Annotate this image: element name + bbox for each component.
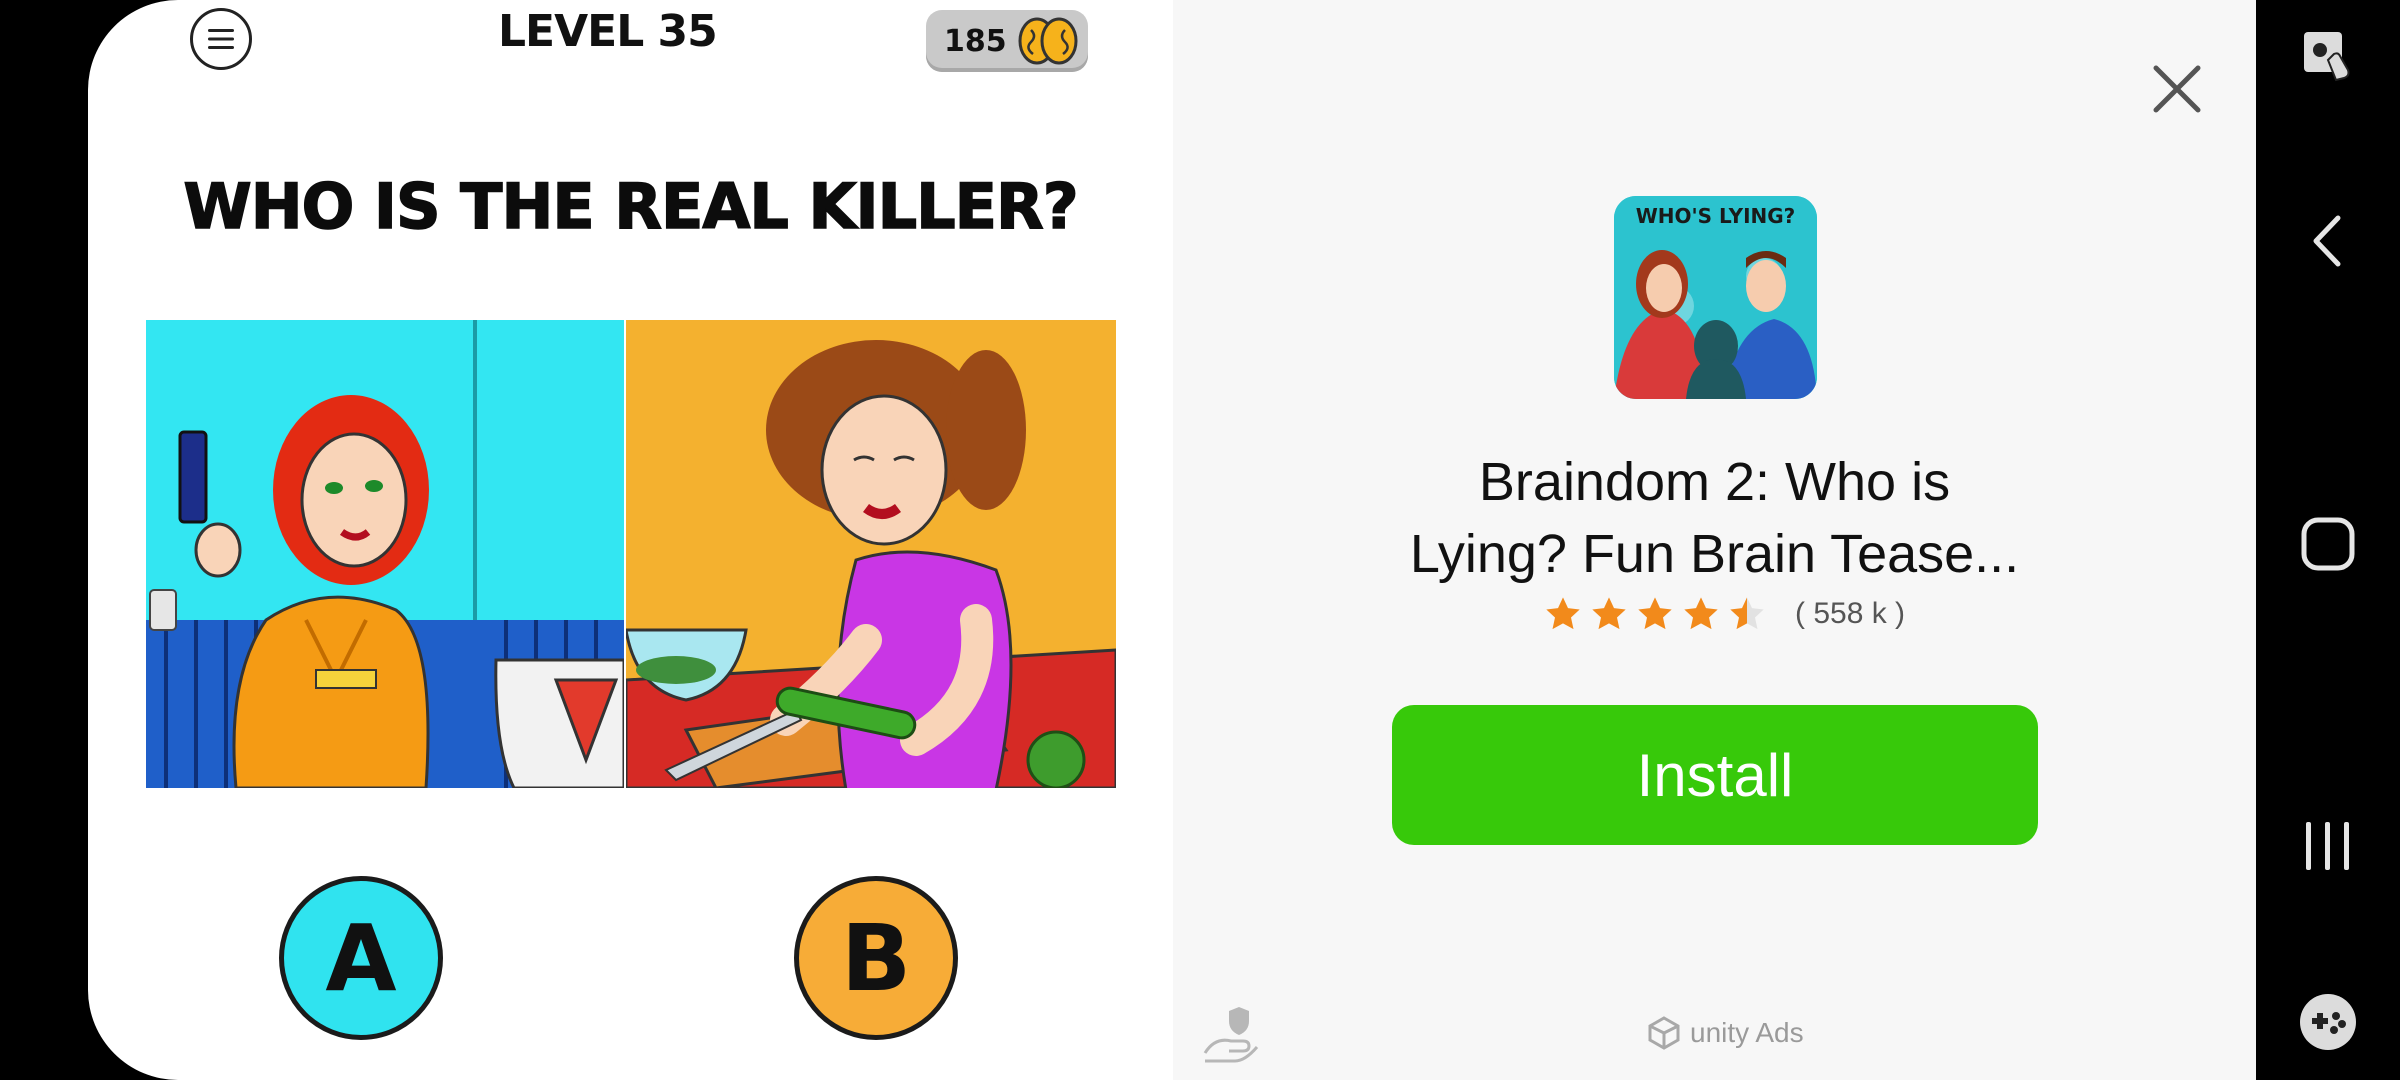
install-button[interactable]: Install (1392, 705, 2038, 845)
star-full-icon (1684, 597, 1718, 630)
star-half-icon (1730, 597, 1764, 630)
star-full-icon (1592, 597, 1626, 630)
unity-ad-panel: WHO'S LYING? Braindom 2: Who is Lying? F… (1173, 0, 2256, 1080)
hamburger-menu-icon (208, 29, 234, 49)
app-name: Braindom 2: Who is Lying? Fun Brain Teas… (1173, 446, 2256, 590)
coin-counter[interactable]: 185 (926, 10, 1088, 72)
home-square-icon (2301, 517, 2355, 571)
touch-lock-icon (2304, 32, 2350, 82)
answer-b-button[interactable]: B (794, 876, 958, 1040)
recents-button[interactable] (2256, 818, 2400, 874)
coin-count: 185 (944, 23, 1007, 59)
app-icon-title: WHO'S LYING? (1635, 204, 1796, 228)
app-rating: ( 558 k ) (1543, 594, 1905, 634)
unity-ads-label: unity Ads (1690, 1017, 1804, 1048)
star-full-icon (1546, 597, 1580, 630)
suspect-b-illustration[interactable] (626, 320, 1116, 788)
unity-logo-icon (1648, 1016, 1680, 1050)
app-icon[interactable]: WHO'S LYING? (1614, 196, 1817, 399)
app-name-line2: Lying? Fun Brain Tease... (1409, 524, 2020, 584)
privacy-hand-shield-icon[interactable] (1201, 1003, 1263, 1065)
suspect-a-illustration[interactable] (146, 320, 624, 788)
app-name-line1: Braindom 2: Who is (1478, 452, 1951, 512)
game-screen: LEVEL 35 185 WHO IS THE REAL KILLER? A B (88, 0, 1173, 1080)
brain-icon (1018, 17, 1078, 65)
game-controller-icon (2300, 994, 2356, 1050)
game-tools-button[interactable] (2256, 992, 2400, 1052)
close-icon[interactable] (2148, 60, 2206, 118)
touch-lock-button[interactable] (2256, 28, 2400, 88)
home-button[interactable] (2256, 516, 2400, 572)
system-navigation-bar (2256, 0, 2400, 1080)
star-full-icon (1638, 597, 1672, 630)
back-chevron-icon (2313, 215, 2341, 267)
level-title: LEVEL 35 (498, 6, 718, 57)
unity-ads-logo: unity Ads (1646, 1015, 1804, 1051)
back-button[interactable] (2256, 212, 2400, 270)
rating-count: ( 558 k ) (1795, 597, 1906, 630)
menu-button[interactable] (190, 8, 252, 70)
recents-bars-icon (2306, 822, 2349, 870)
answer-a-button[interactable]: A (279, 876, 443, 1040)
question-text: WHO IS THE REAL KILLER? (183, 169, 1080, 244)
